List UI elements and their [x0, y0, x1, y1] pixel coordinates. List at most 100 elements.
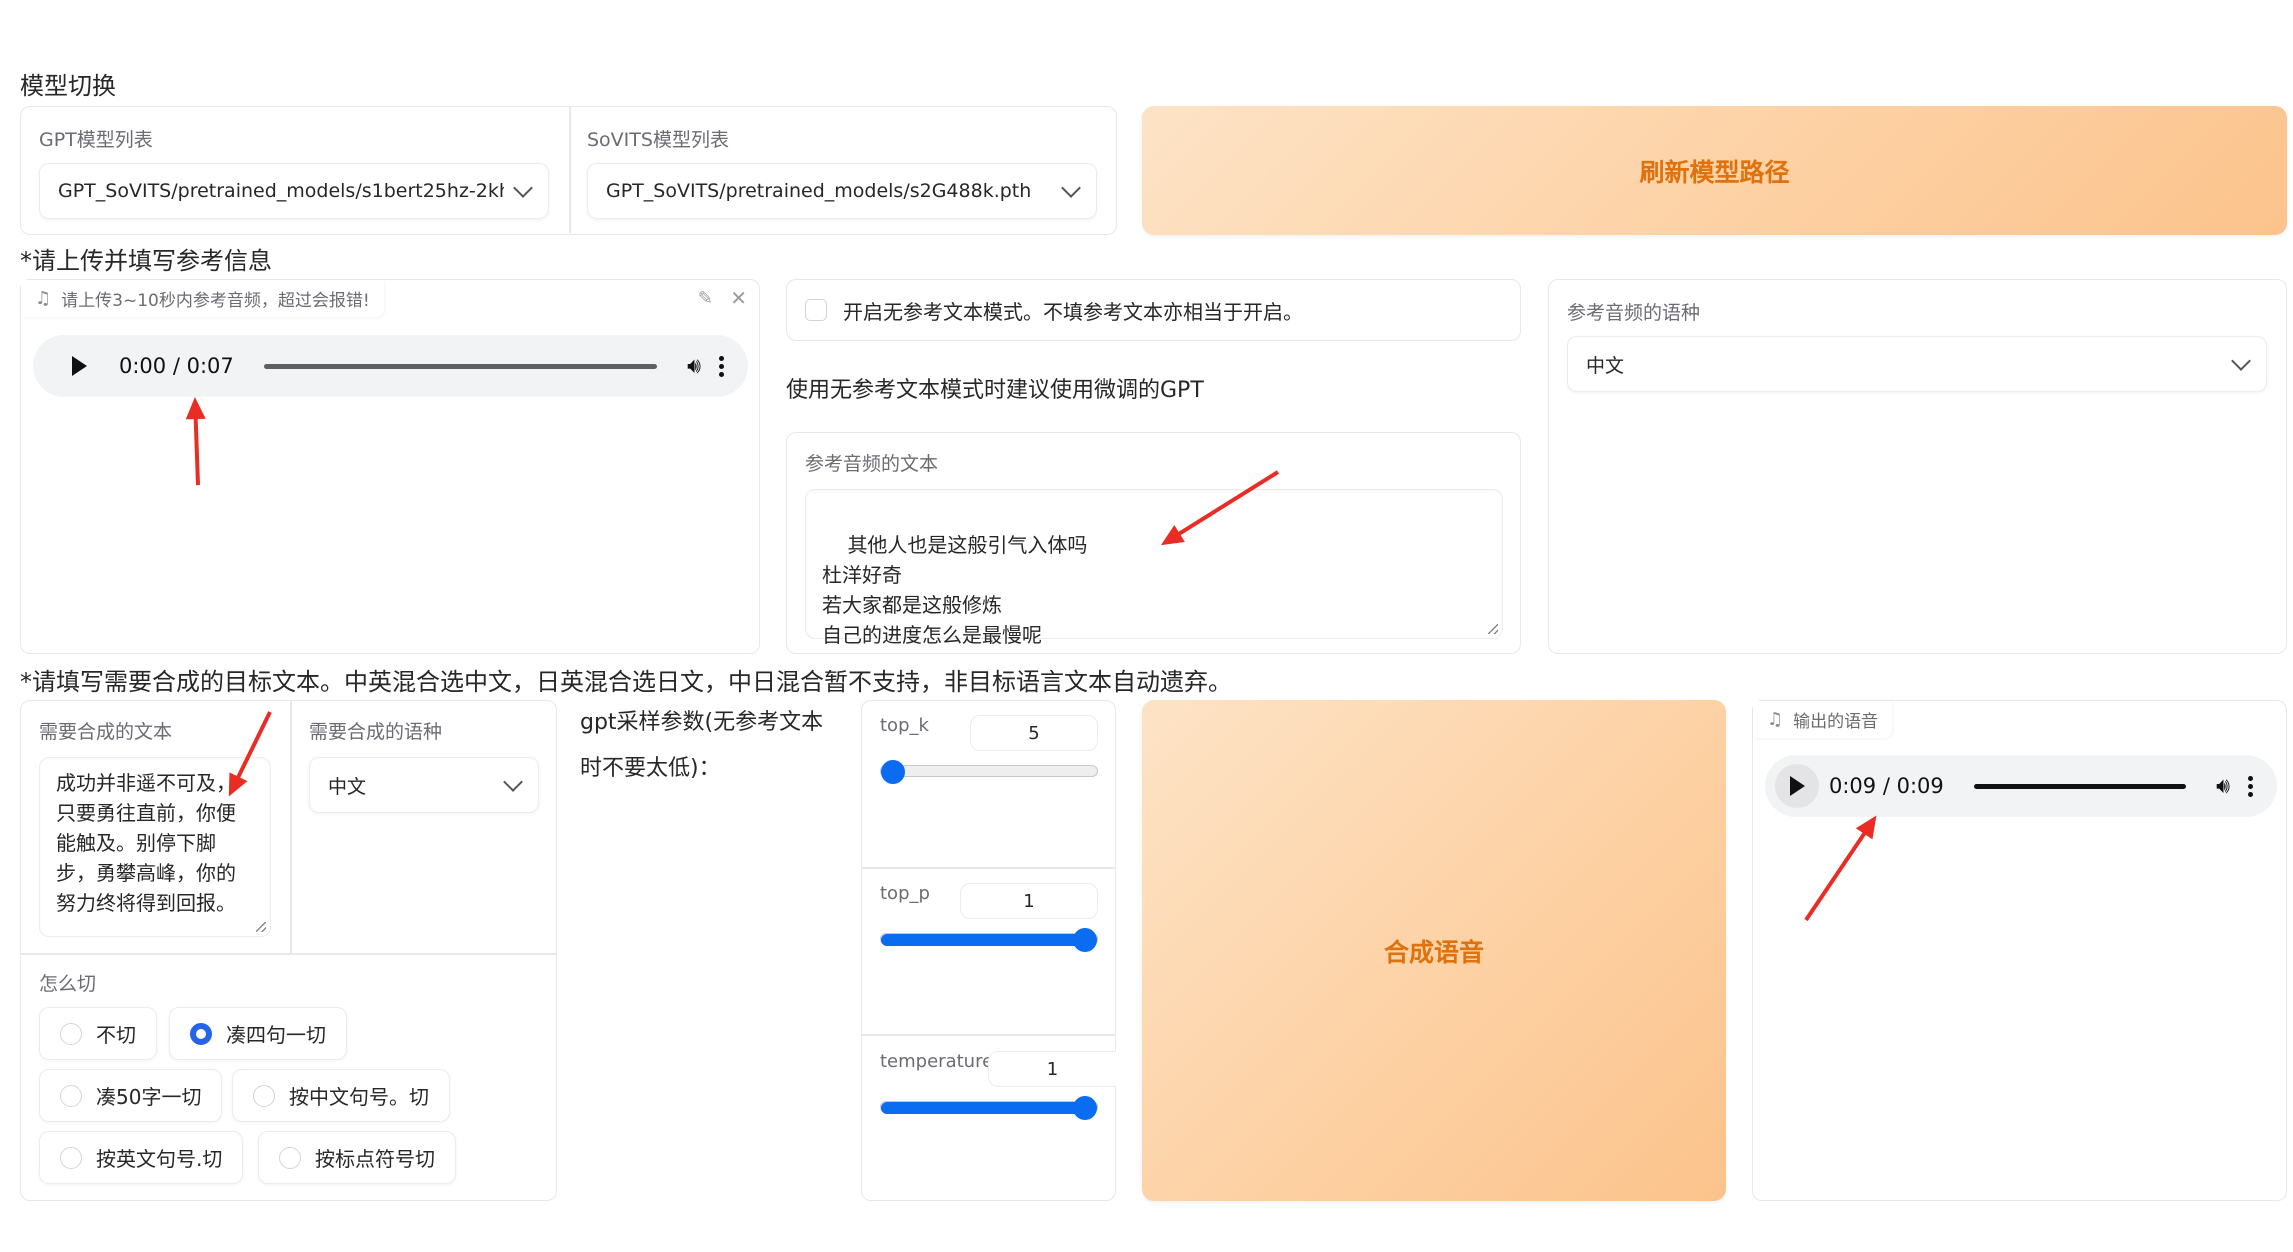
synthesize-button[interactable]: 合成语音	[1142, 700, 1726, 1201]
model-select-panel: GPT模型列表 GPT_SoVITS/pretrained_models/s1b…	[20, 106, 1117, 235]
volume-icon[interactable]: 🔊︎	[687, 354, 701, 379]
resize-handle-icon[interactable]	[1488, 624, 1498, 634]
chevron-down-icon	[513, 178, 533, 198]
panel-divider	[569, 107, 571, 233]
audio-progress-track[interactable]	[1973, 783, 2187, 789]
output-audio-tag-label: 输出的语音	[1793, 712, 1879, 732]
radio-button[interactable]	[60, 1084, 82, 1107]
temperature-label: temperature	[880, 1051, 994, 1072]
refresh-models-button[interactable]: 刷新模型路径	[1142, 106, 2287, 235]
gpt-model-value: GPT_SoVITS/pretrained_models/s1bert25hz-…	[58, 180, 504, 202]
top-p-slider[interactable]	[880, 928, 1098, 952]
gpt-model-dropdown[interactable]: GPT_SoVITS/pretrained_models/s1bert25hz-…	[39, 163, 549, 219]
audio-time: 0:09 / 0:09	[1829, 774, 1944, 798]
cut-option-3[interactable]: 按中文句号。切	[232, 1069, 450, 1122]
radio-button[interactable]	[60, 1146, 82, 1169]
cut-option-label: 按中文句号。切	[289, 1085, 429, 1109]
reference-audio-tag-label: 请上传3~10秒内参考音频，超过会报错!	[61, 291, 370, 311]
panel-divider	[21, 953, 556, 955]
more-options-icon[interactable]	[2248, 775, 2253, 797]
top-p-label: top_p	[880, 883, 930, 904]
cut-method-label: 怎么切	[39, 973, 97, 995]
target-text-value: 成功并非遥不可及，只要勇往直前，你便能触及。别停下脚步，勇攀高峰，你的努力终将得…	[56, 771, 236, 915]
cut-option-5[interactable]: 按标点符号切	[258, 1131, 456, 1184]
target-language-value: 中文	[328, 775, 367, 798]
music-note-icon: ♫	[35, 288, 52, 309]
target-language-dropdown[interactable]: 中文	[309, 757, 539, 813]
panel-divider	[862, 1034, 1115, 1036]
chevron-down-icon	[1061, 178, 1081, 198]
panel-divider	[862, 867, 1115, 869]
radio-button-selected[interactable]	[190, 1022, 212, 1045]
reference-text-label: 参考音频的文本	[805, 453, 939, 475]
top-p-input[interactable]: 1	[960, 883, 1098, 919]
cut-option-1[interactable]: 凑四句一切	[169, 1007, 347, 1060]
model-switch-heading: 模型切换	[20, 72, 116, 100]
slider-thumb[interactable]	[1073, 1096, 1097, 1120]
target-input-panel: 需要合成的文本 成功并非遥不可及，只要勇往直前，你便能触及。别停下脚步，勇攀高峰…	[20, 700, 557, 1201]
slider-thumb[interactable]	[881, 760, 905, 784]
radio-button[interactable]	[279, 1146, 301, 1169]
play-button[interactable]	[1775, 764, 1819, 808]
edit-pencil-icon[interactable]: ✎	[698, 288, 713, 309]
reference-language-label: 参考音频的语种	[1567, 302, 1701, 324]
volume-icon[interactable]: 🔊︎	[2216, 774, 2230, 799]
target-text-label: 需要合成的文本	[39, 721, 173, 743]
slider-fill	[881, 934, 1097, 946]
play-button[interactable]	[57, 344, 101, 388]
sovits-model-label: SoVITS模型列表	[587, 129, 729, 151]
no-ref-text-checkbox-label: 开启无参考文本模式。不填参考文本亦相当于开启。	[843, 299, 1303, 324]
chevron-down-icon	[503, 772, 523, 792]
sovits-model-dropdown[interactable]: GPT_SoVITS/pretrained_models/s2G488k.pth	[587, 163, 1097, 219]
cut-option-label: 凑四句一切	[226, 1023, 326, 1047]
cut-option-label: 凑50字一切	[96, 1085, 202, 1109]
temperature-input[interactable]: 1	[988, 1051, 1116, 1087]
top-k-label: top_k	[880, 715, 929, 736]
output-audio-panel: ♫ 输出的语音 0:09 / 0:09 🔊︎	[1752, 700, 2287, 1201]
gpt-params-label: gpt采样参数(无参考文本时不要太低)：	[580, 710, 824, 781]
sampling-params-panel: top_k 5 top_p 1 temperature 1	[861, 700, 1116, 1201]
top-k-input[interactable]: 5	[970, 715, 1098, 751]
audio-progress-track[interactable]	[263, 363, 658, 369]
slider-thumb[interactable]	[1073, 928, 1097, 952]
cut-option-label: 不切	[96, 1023, 136, 1047]
gpt-model-label: GPT模型列表	[39, 129, 153, 151]
slider-fill	[881, 1102, 1097, 1114]
cut-option-label: 按标点符号切	[315, 1147, 435, 1171]
reference-text-input[interactable]: 其他人也是这般引气入体吗 杜洋好奇 若大家都是这般修炼 自己的进度怎么是最慢呢	[805, 489, 1503, 647]
chevron-down-icon	[2231, 351, 2251, 371]
audio-time: 0:00 / 0:07	[119, 354, 234, 378]
cut-option-2[interactable]: 凑50字一切	[39, 1069, 223, 1122]
cut-option-label: 按英文句号.切	[96, 1147, 223, 1171]
reference-language-dropdown[interactable]: 中文	[1567, 336, 2267, 392]
output-audio-tag: ♫ 输出的语音	[1753, 701, 1893, 738]
reference-text-value: 其他人也是这般引气入体吗 杜洋好奇 若大家都是这般修炼 自己的进度怎么是最慢呢	[822, 533, 1088, 647]
radio-button[interactable]	[60, 1022, 82, 1045]
reference-language-panel: 参考音频的语种 中文	[1548, 279, 2287, 654]
play-icon	[1789, 776, 1805, 796]
cut-option-0[interactable]: 不切	[39, 1007, 157, 1060]
reference-audio-tag: ♫ 请上传3~10秒内参考音频，超过会报错!	[21, 280, 384, 317]
no-ref-text-panel: 开启无参考文本模式。不填参考文本亦相当于开启。	[786, 279, 1521, 341]
temperature-slider[interactable]	[880, 1096, 1098, 1120]
sovits-model-value: GPT_SoVITS/pretrained_models/s2G488k.pth	[606, 180, 1032, 202]
resize-handle-icon[interactable]	[256, 922, 266, 932]
no-ref-hint: 使用无参考文本模式时建议使用微调的GPT	[786, 378, 1204, 403]
output-audio-player[interactable]: 0:09 / 0:09 🔊︎	[1765, 755, 2277, 817]
reference-heading: *请上传并填写参考信息	[20, 247, 272, 275]
target-heading: *请填写需要合成的目标文本。中英混合选中文，日英混合选日文，中日混合暂不支持，非…	[20, 668, 1232, 696]
panel-divider	[290, 701, 292, 953]
reference-audio-panel: ♫ 请上传3~10秒内参考音频，超过会报错! ✎ ✕ 0:00 / 0:07 🔊…	[20, 279, 760, 654]
no-ref-text-checkbox[interactable]	[805, 299, 827, 321]
target-language-label: 需要合成的语种	[309, 721, 443, 743]
play-icon	[71, 356, 87, 376]
top-k-slider[interactable]	[880, 760, 1098, 784]
more-options-icon[interactable]	[719, 355, 724, 377]
clear-close-icon[interactable]: ✕	[730, 286, 747, 310]
reference-language-value: 中文	[1586, 354, 1625, 377]
music-note-icon: ♫	[1767, 709, 1784, 730]
reference-audio-player[interactable]: 0:00 / 0:07 🔊︎	[33, 335, 748, 397]
reference-text-panel: 参考音频的文本 其他人也是这般引气入体吗 杜洋好奇 若大家都是这般修炼 自己的进…	[786, 432, 1521, 654]
radio-button[interactable]	[253, 1084, 275, 1107]
cut-option-4[interactable]: 按英文句号.切	[39, 1131, 244, 1184]
